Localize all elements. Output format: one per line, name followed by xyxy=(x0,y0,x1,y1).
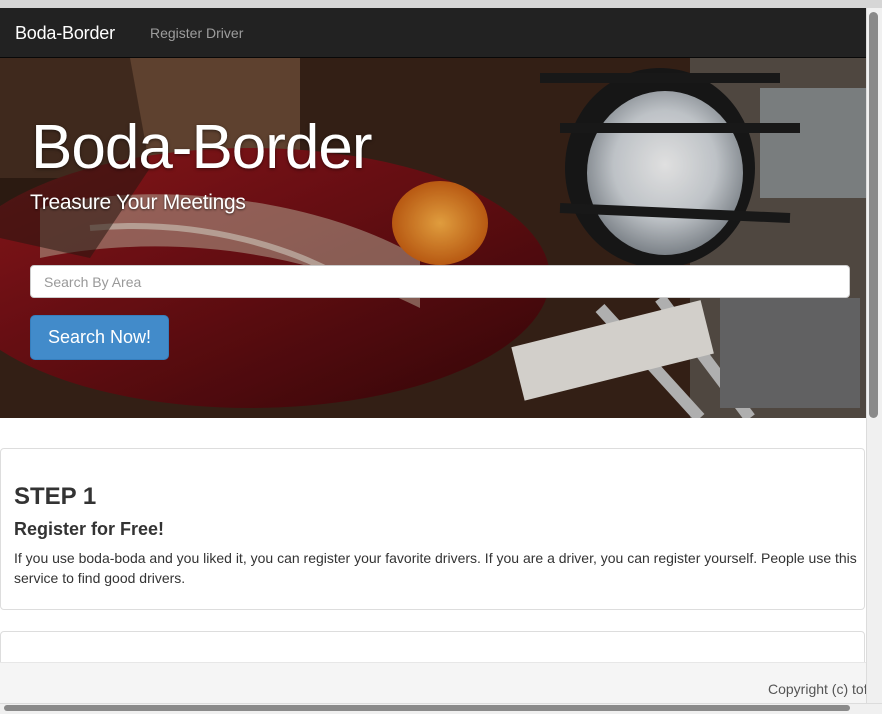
step-title: STEP 1 xyxy=(14,483,97,510)
horizontal-scrollbar-thumb[interactable] xyxy=(4,705,850,711)
step-subtitle: Register for Free! xyxy=(14,519,165,539)
nav-link-register-driver[interactable]: Register Driver xyxy=(150,25,243,41)
hero-subtitle: Treasure Your Meetings xyxy=(30,191,246,214)
navbar: Boda-Border Register Driver xyxy=(0,8,866,58)
search-now-button[interactable]: Search Now! xyxy=(30,315,169,360)
footer: Copyright (c) tofu xyxy=(0,662,866,704)
navbar-brand[interactable]: Boda-Border xyxy=(15,23,115,44)
search-by-area-input[interactable] xyxy=(30,265,850,298)
hero-title: Boda-Border xyxy=(31,113,373,182)
step-1-panel: STEP 1 Register for Free! If you use bod… xyxy=(0,448,865,610)
hero-jumbotron: Boda-Border Treasure Your Meetings Searc… xyxy=(0,58,866,418)
vertical-scrollbar-thumb[interactable] xyxy=(869,12,878,418)
step-description: If you use boda-boda and you liked it, y… xyxy=(14,550,857,586)
copyright-text: Copyright (c) tofu xyxy=(768,681,866,697)
